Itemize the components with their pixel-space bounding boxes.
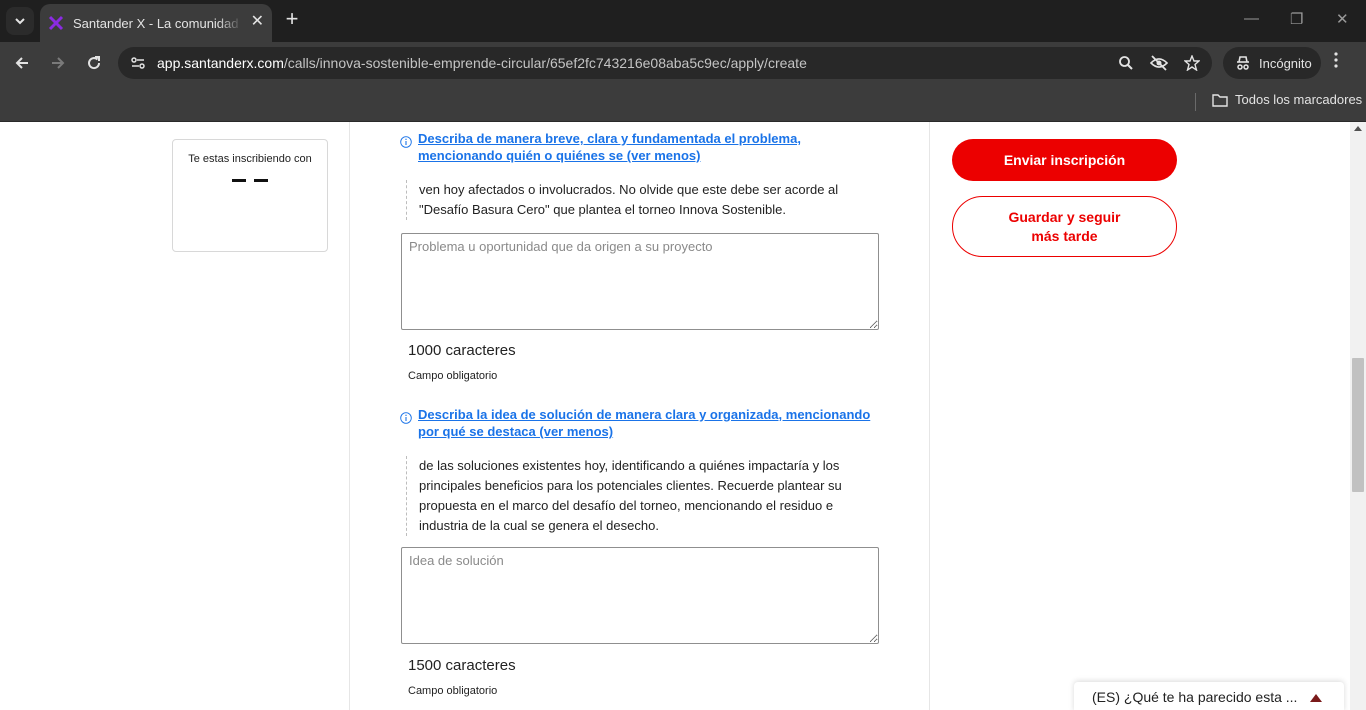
problem-hint-toggle-link[interactable]: Describa de manera breve, clara y fundam… <box>418 130 880 164</box>
restore-icon[interactable]: ❐ <box>1290 10 1303 28</box>
zoom-icon[interactable] <box>1116 53 1136 73</box>
site-settings-icon[interactable] <box>130 55 146 71</box>
problem-char-count: 1000 caracteres <box>408 342 516 359</box>
browser-tab[interactable]: Santander X - La comunidad global ✕ <box>40 4 272 42</box>
solution-hint-detail: de las soluciones existentes hoy, identi… <box>406 456 880 536</box>
browser-tab-bar: Santander X - La comunidad global ✕ + — … <box>0 0 1366 42</box>
incognito-icon <box>1237 56 1249 70</box>
feedback-widget[interactable]: (ES) ¿Qué te ha parecido esta ... <box>1074 682 1344 710</box>
reload-icon <box>88 56 101 70</box>
all-bookmarks-button[interactable]: Todos los marcadores <box>1212 92 1362 107</box>
arrow-right-icon <box>52 57 65 69</box>
reload-button[interactable] <box>82 51 106 75</box>
close-window-icon[interactable]: ✕ <box>1336 10 1349 28</box>
solution-required-label: Campo obligatorio <box>408 685 498 697</box>
arrow-left-icon <box>15 57 28 69</box>
all-bookmarks-label: Todos los marcadores <box>1235 92 1363 107</box>
feedback-label: (ES) ¿Qué te ha parecido esta ... <box>1092 689 1298 705</box>
solution-hint-toggle-link[interactable]: Describa la idea de solución de manera c… <box>418 406 880 440</box>
page-scrollbar[interactable] <box>1350 122 1366 710</box>
folder-icon <box>1212 93 1228 107</box>
santander-x-favicon-icon <box>48 15 64 31</box>
close-tab-icon[interactable]: ✕ <box>251 14 264 30</box>
problem-required-label: Campo obligatorio <box>408 370 498 382</box>
caret-up-icon[interactable] <box>1310 694 1322 702</box>
browser-toolbar: app.santanderx.com/calls/innova-sostenib… <box>0 42 1366 84</box>
enrollment-card: Te estas inscribiendo con <box>172 139 328 252</box>
problem-textarea[interactable] <box>401 233 879 330</box>
save-later-button[interactable]: Guardar y seguir más tarde <box>952 196 1177 257</box>
info-icon <box>400 136 412 148</box>
bookmarks-separator <box>1195 93 1196 111</box>
info-icon <box>400 412 412 424</box>
left-column-divider <box>349 122 350 710</box>
enrollment-placeholder <box>173 179 327 182</box>
scroll-up-icon[interactable] <box>1354 126 1362 131</box>
tab-search-button[interactable] <box>6 7 34 35</box>
incognito-indicator[interactable]: Incógnito <box>1223 47 1321 79</box>
solution-textarea[interactable] <box>401 547 879 644</box>
url-host: app.santanderx.com <box>157 55 284 71</box>
chevron-down-icon <box>15 18 25 25</box>
address-bar-actions <box>1116 53 1202 73</box>
new-tab-button[interactable]: + <box>280 8 304 32</box>
eye-off-icon[interactable] <box>1149 53 1169 73</box>
solution-char-count: 1500 caracteres <box>408 657 516 674</box>
tab-title: Santander X - La comunidad global <box>73 15 243 31</box>
incognito-label: Incógnito <box>1259 55 1312 71</box>
browser-menu-icon[interactable] <box>1334 52 1338 73</box>
forward-button[interactable] <box>46 51 70 75</box>
enrollment-label: Te estas inscribiendo con <box>188 153 312 165</box>
back-button[interactable] <box>10 51 34 75</box>
problem-field-hint: Describa de manera breve, clara y fundam… <box>400 130 880 220</box>
right-column-divider <box>929 122 930 710</box>
address-bar[interactable]: app.santanderx.com/calls/innova-sostenib… <box>118 47 1212 79</box>
submit-enrollment-button[interactable]: Enviar inscripción <box>952 139 1177 181</box>
page-content: Te estas inscribiendo con Describa de ma… <box>0 122 1366 710</box>
scrollbar-thumb[interactable] <box>1352 358 1364 492</box>
bookmark-star-icon[interactable] <box>1182 53 1202 73</box>
solution-field-hint: Describa la idea de solución de manera c… <box>400 406 880 536</box>
url-path: /calls/innova-sostenible-emprende-circul… <box>283 55 807 71</box>
problem-hint-detail: ven hoy afectados o involucrados. No olv… <box>406 180 880 220</box>
minimize-icon[interactable]: — <box>1244 10 1259 27</box>
url-text: app.santanderx.com/calls/innova-sostenib… <box>157 55 807 71</box>
bookmarks-bar: Todos los marcadores <box>0 84 1366 122</box>
